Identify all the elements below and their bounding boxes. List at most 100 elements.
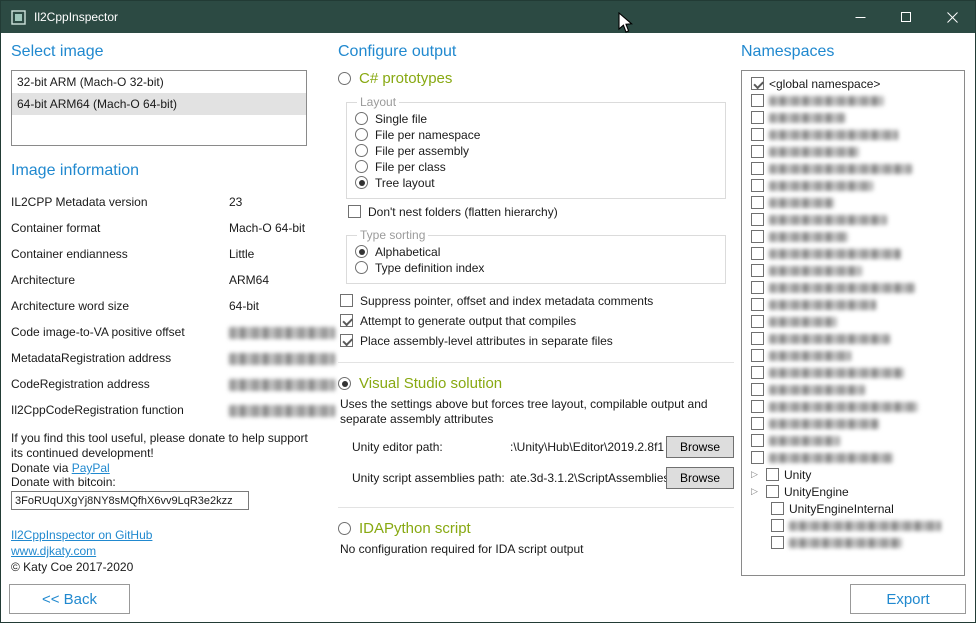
namespace-item[interactable] xyxy=(742,415,964,432)
website-link[interactable]: www.djkaty.com xyxy=(11,544,96,558)
output-checkbox[interactable] xyxy=(340,334,353,347)
namespace-item[interactable] xyxy=(742,534,964,551)
namespace-checkbox[interactable] xyxy=(751,196,764,209)
expander-icon[interactable]: ▷ xyxy=(751,466,761,483)
namespace-item[interactable]: ▷Unity xyxy=(742,466,964,483)
namespace-checkbox[interactable] xyxy=(751,349,764,362)
layout-option[interactable]: File per assembly xyxy=(355,143,717,158)
bitcoin-address-input[interactable] xyxy=(11,491,249,510)
namespace-checkbox[interactable] xyxy=(751,281,764,294)
output-checkbox[interactable] xyxy=(340,314,353,327)
namespace-item[interactable] xyxy=(742,177,964,194)
maximize-button[interactable] xyxy=(883,1,929,33)
output-option[interactable]: Attempt to generate output that compiles xyxy=(340,312,734,329)
image-list-item[interactable]: 32-bit ARM (Mach-O 32-bit) xyxy=(12,71,306,93)
type-sorting-option[interactable]: Type definition index xyxy=(355,260,717,275)
layout-radio[interactable] xyxy=(355,176,368,189)
namespace-checkbox[interactable] xyxy=(751,94,764,107)
namespace-checkbox[interactable] xyxy=(751,434,764,447)
idapython-radio[interactable] xyxy=(338,522,351,535)
csharp-prototypes-radio[interactable] xyxy=(338,72,351,85)
browse-editor-button[interactable]: Browse xyxy=(666,436,734,458)
paypal-link[interactable]: PayPal xyxy=(72,461,110,475)
namespace-item[interactable] xyxy=(742,381,964,398)
namespace-item[interactable] xyxy=(742,92,964,109)
namespace-checkbox[interactable] xyxy=(771,519,784,532)
namespace-item[interactable]: UnityEngineInternal xyxy=(742,500,964,517)
namespace-checkbox[interactable] xyxy=(751,145,764,158)
image-list-item[interactable]: 64-bit ARM64 (Mach-O 64-bit) xyxy=(12,93,306,115)
image-list[interactable]: 32-bit ARM (Mach-O 32-bit)64-bit ARM64 (… xyxy=(11,70,307,146)
namespace-item[interactable] xyxy=(742,432,964,449)
namespace-item[interactable] xyxy=(742,296,964,313)
title-bar[interactable]: Il2CppInspector xyxy=(1,1,975,33)
layout-radio[interactable] xyxy=(355,160,368,173)
type-sorting-option[interactable]: Alphabetical xyxy=(355,244,717,259)
namespace-checkbox[interactable] xyxy=(771,502,784,515)
namespace-item[interactable] xyxy=(742,398,964,415)
namespace-item[interactable] xyxy=(742,245,964,262)
minimize-button[interactable] xyxy=(837,1,883,33)
namespace-item[interactable] xyxy=(742,143,964,160)
namespace-checkbox[interactable] xyxy=(751,298,764,311)
namespace-item[interactable] xyxy=(742,160,964,177)
namespace-checkbox[interactable] xyxy=(751,111,764,124)
namespace-checkbox[interactable] xyxy=(751,400,764,413)
namespace-checkbox[interactable] xyxy=(751,247,764,260)
namespace-checkbox[interactable] xyxy=(751,264,764,277)
flatten-checkbox[interactable] xyxy=(348,205,361,218)
visual-studio-radio[interactable] xyxy=(338,377,351,390)
namespace-checkbox[interactable] xyxy=(751,383,764,396)
namespace-item[interactable] xyxy=(742,262,964,279)
namespace-item[interactable] xyxy=(742,330,964,347)
close-button[interactable] xyxy=(929,1,975,33)
namespace-checkbox[interactable] xyxy=(751,179,764,192)
namespace-item[interactable]: ▷UnityEngine xyxy=(742,483,964,500)
layout-radio[interactable] xyxy=(355,112,368,125)
browse-assemblies-button[interactable]: Browse xyxy=(666,467,734,489)
namespace-checkbox[interactable] xyxy=(751,332,764,345)
flatten-option[interactable]: Don't nest folders (flatten hierarchy) xyxy=(348,203,734,220)
layout-option[interactable]: File per class xyxy=(355,159,717,174)
namespace-item[interactable] xyxy=(742,279,964,296)
namespace-checkbox[interactable] xyxy=(751,213,764,226)
namespace-item[interactable] xyxy=(742,126,964,143)
type-sorting-radio[interactable] xyxy=(355,245,368,258)
namespace-item[interactable] xyxy=(742,194,964,211)
namespace-checkbox[interactable] xyxy=(751,128,764,141)
unity-editor-path-value[interactable]: :\Unity\Hub\Editor\2019.2.8f1 xyxy=(510,440,666,454)
namespace-item[interactable] xyxy=(742,364,964,381)
output-option[interactable]: Suppress pointer, offset and index metad… xyxy=(340,292,734,309)
namespace-checkbox[interactable] xyxy=(751,77,764,90)
layout-option[interactable]: Single file xyxy=(355,111,717,126)
namespace-item[interactable] xyxy=(742,109,964,126)
layout-option[interactable]: Tree layout xyxy=(355,175,717,190)
namespace-item[interactable] xyxy=(742,313,964,330)
type-sorting-radio[interactable] xyxy=(355,261,368,274)
layout-option[interactable]: File per namespace xyxy=(355,127,717,142)
namespace-checkbox[interactable] xyxy=(751,417,764,430)
namespace-checkbox[interactable] xyxy=(751,162,764,175)
namespace-item[interactable] xyxy=(742,228,964,245)
namespaces-list[interactable]: <global namespace> ▷Unity▷UnityEngineUnit… xyxy=(741,70,965,576)
visual-studio-option[interactable]: Visual Studio solution xyxy=(338,375,734,392)
output-option[interactable]: Place assembly-level attributes in separ… xyxy=(340,332,734,349)
namespace-checkbox[interactable] xyxy=(771,536,784,549)
layout-radio[interactable] xyxy=(355,144,368,157)
namespace-item[interactable] xyxy=(742,449,964,466)
namespace-checkbox[interactable] xyxy=(751,230,764,243)
idapython-option[interactable]: IDAPython script xyxy=(338,520,734,537)
namespace-item[interactable]: <global namespace> xyxy=(742,75,964,92)
layout-radio[interactable] xyxy=(355,128,368,141)
export-button[interactable]: Export xyxy=(850,584,966,614)
namespace-checkbox[interactable] xyxy=(766,485,779,498)
unity-assemblies-path-value[interactable]: ate.3d-3.1.2\ScriptAssemblies xyxy=(510,471,666,485)
namespace-checkbox[interactable] xyxy=(751,366,764,379)
output-checkbox[interactable] xyxy=(340,294,353,307)
csharp-prototypes-option[interactable]: C# prototypes xyxy=(338,70,734,87)
back-button[interactable]: << Back xyxy=(9,584,130,614)
namespace-item[interactable] xyxy=(742,347,964,364)
github-link[interactable]: Il2CppInspector on GitHub xyxy=(11,528,152,542)
namespace-item[interactable] xyxy=(742,211,964,228)
expander-icon[interactable]: ▷ xyxy=(751,483,761,500)
